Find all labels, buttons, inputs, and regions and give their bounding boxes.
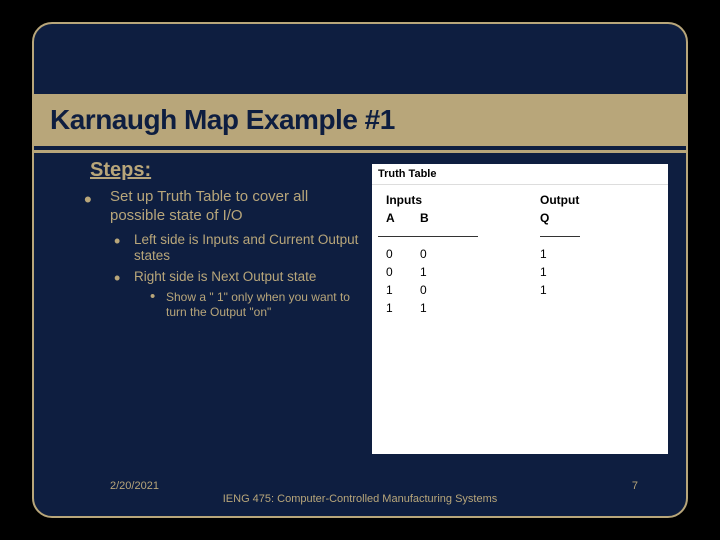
title-band: Karnaugh Map Example #1 [34,94,686,150]
content-area: Steps: Set up Truth Table to cover all p… [90,159,360,324]
table-row: 0 0 1 [378,245,660,263]
bullet-level3: Show a " 1" only when you want to turn t… [148,290,360,320]
truth-table-title: Truth Table [372,164,668,185]
rule-row [378,227,660,245]
truth-table-panel: Truth Table Inputs Output A B Q 0 0 [372,164,668,454]
steps-heading: Steps: [90,159,360,182]
footer-page: 7 [632,480,638,492]
slide: Karnaugh Map Example #1 Steps: Set up Tr… [32,22,688,518]
footer-course: IENG 475: Computer-Controlled Manufactur… [34,493,686,506]
inputs-label: Inputs [378,193,420,207]
table-header-cols: A B Q [378,209,660,227]
bullet-level1: Set up Truth Table to cover all possible… [90,188,360,226]
col-q: Q [540,211,582,225]
output-rule [540,236,580,237]
table-row: 1 0 1 [378,281,660,299]
output-label: Output [540,193,582,207]
divider [34,150,686,153]
truth-table-grid: Inputs Output A B Q 0 0 1 [372,185,668,317]
inputs-rule [378,236,478,237]
col-b: B [420,211,460,225]
slide-title: Karnaugh Map Example #1 [34,104,395,136]
table-row: 0 1 1 [378,263,660,281]
table-row: 1 1 [378,299,660,317]
table-header-groups: Inputs Output [378,191,660,209]
col-a: A [378,211,420,225]
bullet-level2-b: Right side is Next Output state [112,269,360,286]
footer-date: 2/20/2021 [110,480,159,492]
bullet-level2-a: Left side is Inputs and Current Output s… [112,232,360,266]
